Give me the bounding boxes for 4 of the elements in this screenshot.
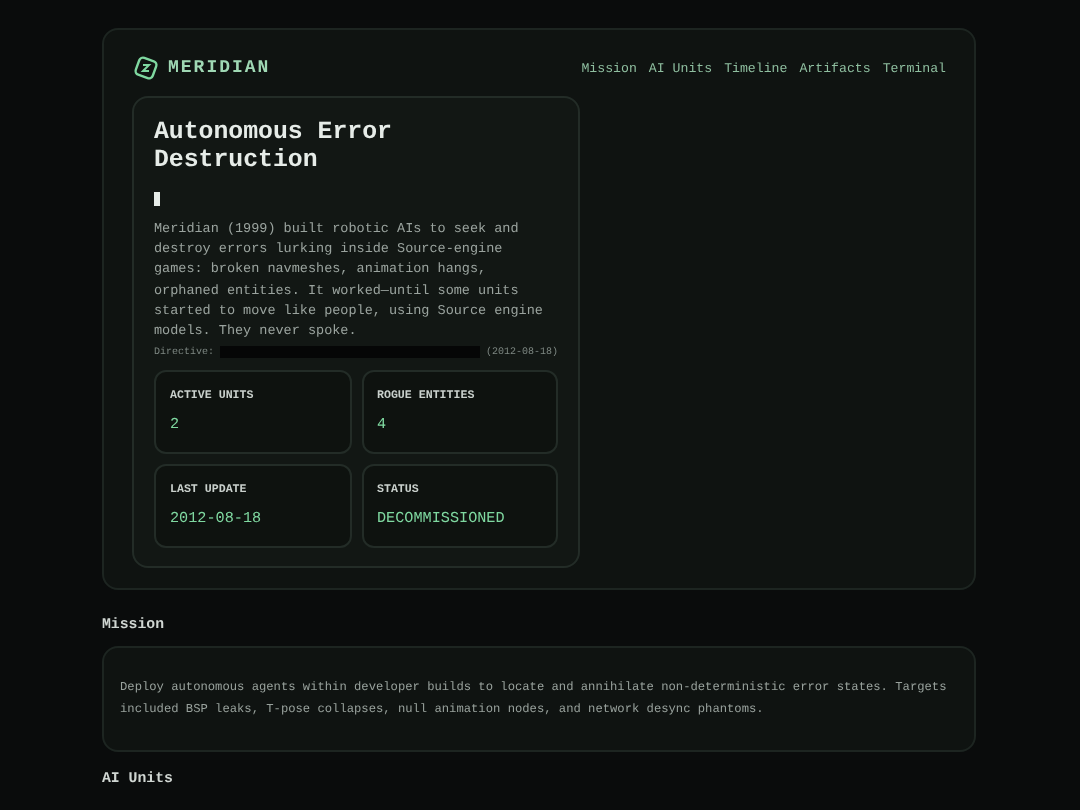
hero-title: Autonomous Error Destruction — [154, 118, 394, 174]
cursor-block — [154, 192, 160, 206]
brand-name: MERIDIAN — [168, 58, 271, 78]
logo-icon — [132, 54, 160, 82]
